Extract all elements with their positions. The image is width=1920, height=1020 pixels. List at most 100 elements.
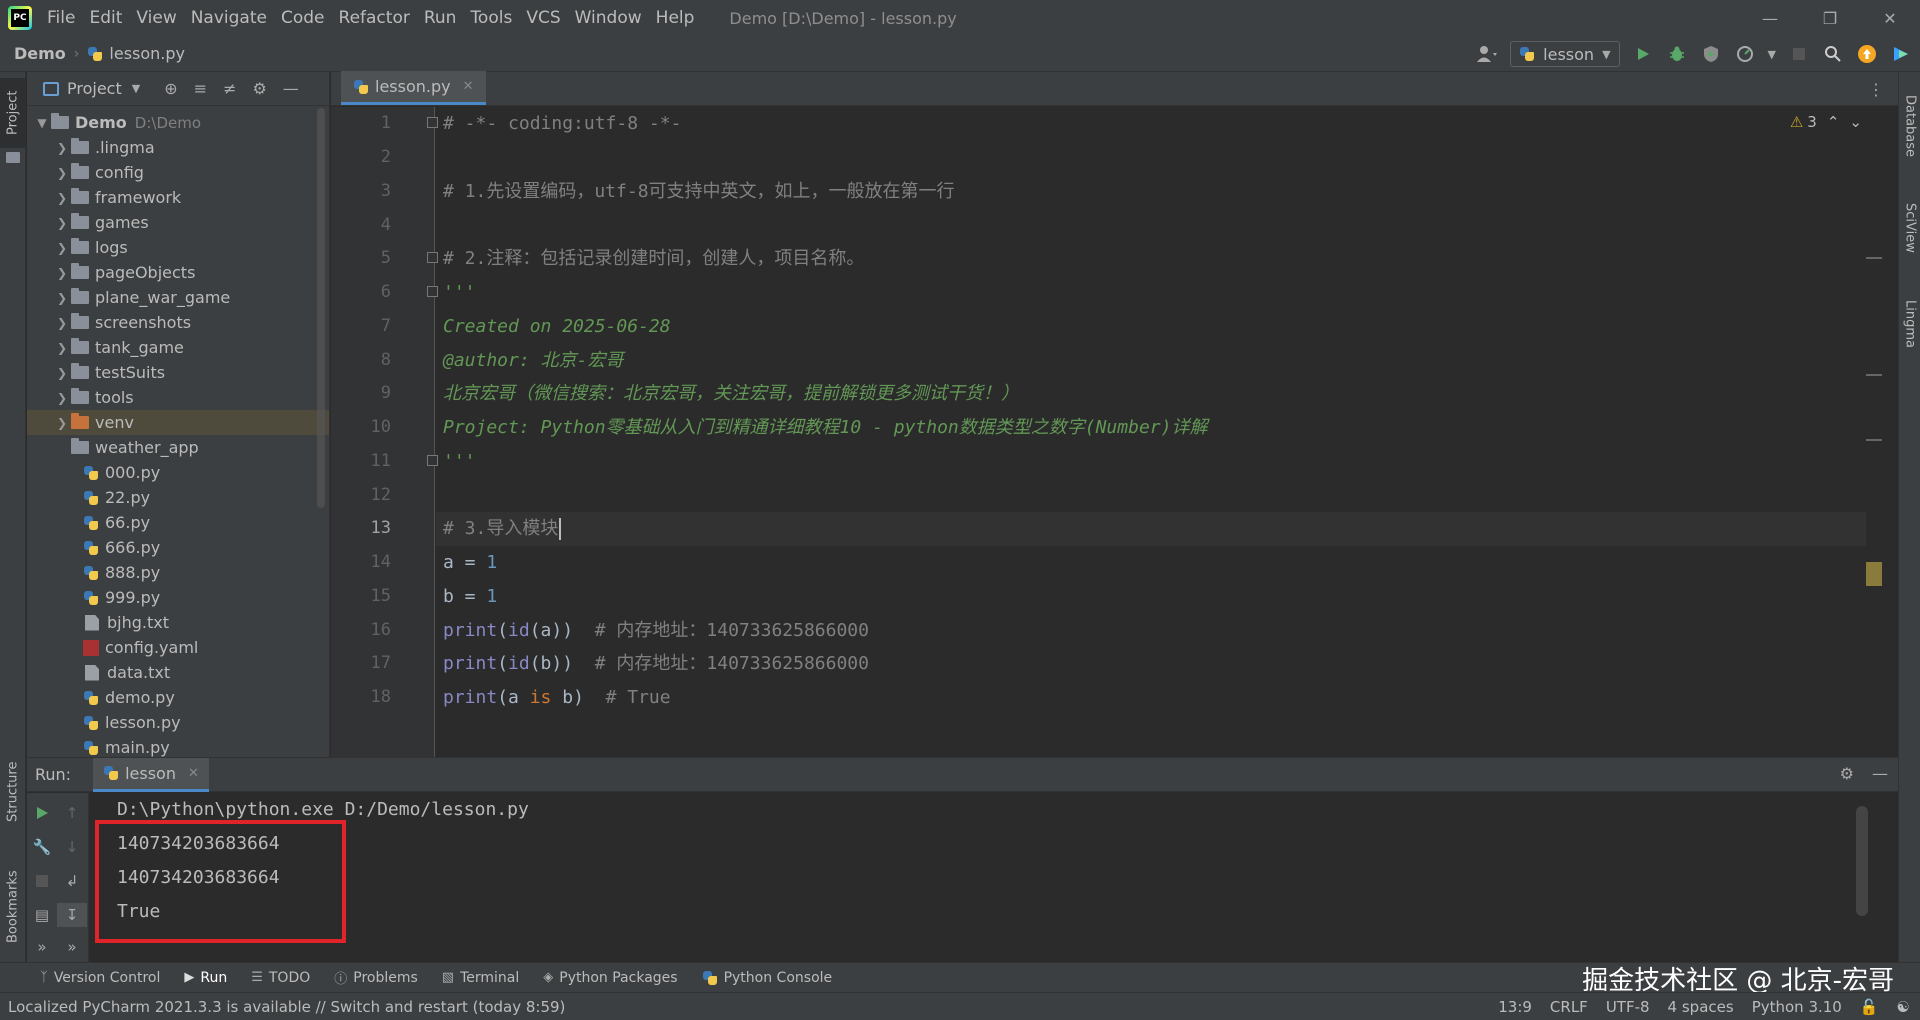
rerun-button[interactable] [27,801,57,825]
notifications-icon[interactable]: ☯ [1897,998,1910,1016]
tool-tab-database[interactable]: Database [1899,86,1920,166]
chevron-right-icon[interactable]: ❯ [53,141,71,155]
chevron-right-icon[interactable]: ❯ [53,291,71,305]
tree-file[interactable]: 888.py [27,560,329,585]
tree-folder[interactable]: ❯ games [27,210,329,235]
tree-folder[interactable]: ❯ pageObjects [27,260,329,285]
tab-options-icon[interactable]: ⋮ [1868,80,1884,99]
tree-folder[interactable]: ❯ framework [27,185,329,210]
menu-code[interactable]: Code [274,8,332,28]
modify-config-button[interactable]: 🔧 [27,835,57,859]
profile-button[interactable] [1734,43,1756,65]
gear-icon[interactable]: ⚙ [252,79,266,98]
search-everywhere-button[interactable] [1822,43,1844,65]
tree-file[interactable]: bjhg.txt [27,610,329,635]
chevron-right-icon[interactable]: ❯ [53,416,71,430]
fold-marker-icon[interactable] [427,117,438,128]
run-tab-lesson[interactable]: lesson ✕ [93,757,209,792]
gear-icon[interactable]: ⚙ [1840,764,1854,783]
tab-lesson-py[interactable]: lesson.py ✕ [341,71,486,105]
menu-file[interactable]: File [40,8,82,28]
scroll-down-button[interactable]: ↓ [57,835,87,859]
tree-folder[interactable]: ❯ .lingma [27,135,329,160]
tree-folder[interactable]: ❯ tools [27,385,329,410]
scroll-up-button[interactable]: ↑ [57,801,87,825]
chevron-right-icon[interactable]: ❯ [53,341,71,355]
run-configuration-select[interactable]: lesson ▼ [1510,41,1620,67]
tree-folder[interactable]: ❯ tank_game [27,335,329,360]
tool-tab-sciview[interactable]: SciView [1899,188,1920,268]
tool-todo[interactable]: ☰ TODO [251,970,310,986]
error-stripe-mark[interactable] [1866,257,1882,259]
chevron-down-icon[interactable]: ⌄ [1849,113,1862,131]
inspection-widget[interactable]: ⚠ 3 ⌃ ⌄ [1790,113,1862,131]
tool-python-packages[interactable]: ◈ Python Packages [543,970,677,986]
tree-folder[interactable]: ❯ screenshots [27,310,329,335]
menu-window[interactable]: Window [568,8,649,28]
scroll-to-end-button[interactable]: ↧ [57,903,87,927]
tool-tab-lingma[interactable]: Lingma [1899,284,1920,364]
more-run-options-icon[interactable]: ▼ [1768,48,1776,61]
console-scrollbar[interactable] [1856,806,1868,916]
tree-file[interactable]: config.yaml [27,635,329,660]
minimize-button[interactable]: — [1740,0,1800,36]
chevron-up-icon[interactable]: ⌃ [1827,113,1840,131]
menu-refactor[interactable]: Refactor [332,8,417,28]
run-button[interactable] [1632,43,1654,65]
close-tab-icon[interactable]: ✕ [463,79,474,94]
chevron-right-icon[interactable]: ❯ [53,366,71,380]
chevron-down-icon[interactable]: ▼ [132,82,140,95]
status-message[interactable]: Localized PyCharm 2021.3.3 is available … [8,998,565,1016]
breadcrumb-file[interactable]: lesson.py [109,44,185,63]
tree-file[interactable]: 666.py [27,535,329,560]
tool-version-control[interactable]: ᛉ Version Control [40,970,160,986]
code-editor[interactable]: 1 2 3 4 5 6 7 8 9 10 11 12 13 14 15 16 1… [331,107,1898,757]
debug-button[interactable] [1666,43,1688,65]
more-actions-button[interactable]: » [57,935,87,959]
collapse-all-icon[interactable]: ≠ [223,79,236,98]
chevron-right-icon[interactable]: ❯ [53,166,71,180]
tree-folder[interactable]: ❯ venv [27,410,329,435]
chevron-down-icon[interactable]: ▼ [33,116,51,130]
menu-vcs[interactable]: VCS [519,8,567,28]
tree-file[interactable]: demo.py [27,685,329,710]
menu-navigate[interactable]: Navigate [184,8,274,28]
tool-terminal[interactable]: ▧ Terminal [442,970,519,986]
tree-folder[interactable]: ❯ config [27,160,329,185]
run-console[interactable]: D:\Python\python.exe D:/Demo/lesson.py 1… [117,793,1877,963]
tool-tab-structure[interactable]: Structure [0,752,26,832]
stop-button[interactable] [27,869,57,893]
lock-icon[interactable]: 🔓 [1860,998,1879,1016]
layout-button[interactable]: ▤ [27,903,57,927]
fold-marker-icon[interactable] [427,455,438,466]
tree-file[interactable]: 999.py [27,585,329,610]
menu-view[interactable]: View [129,8,183,28]
menu-run[interactable]: Run [417,8,464,28]
stop-button[interactable] [1788,43,1810,65]
tree-file[interactable]: lesson.py [27,710,329,735]
tree-folder[interactable]: weather_app [27,435,329,460]
tool-problems[interactable]: ⓘ Problems [334,968,418,988]
close-window-button[interactable]: ✕ [1860,0,1920,36]
error-stripe-mark[interactable] [1866,374,1882,376]
python-interpreter[interactable]: Python 3.10 [1752,998,1842,1016]
coverage-button[interactable] [1700,43,1722,65]
more-actions-button[interactable]: » [27,935,57,959]
tool-tab-bookmarks[interactable]: Bookmarks [0,862,26,952]
breadcrumb-project[interactable]: Demo [14,44,66,63]
close-tab-icon[interactable]: ✕ [188,766,199,781]
menu-tools[interactable]: Tools [463,8,519,28]
chevron-right-icon[interactable]: ❯ [53,216,71,230]
chevron-right-icon[interactable]: ❯ [53,191,71,205]
project-view-title[interactable]: Project [67,79,122,98]
tree-file[interactable]: 000.py [27,460,329,485]
warning-stripe-mark[interactable] [1866,562,1882,586]
soft-wrap-button[interactable]: ↲ [57,869,87,893]
error-stripe-mark[interactable] [1866,439,1882,441]
chevron-right-icon[interactable]: ❯ [53,316,71,330]
tree-file[interactable]: data.txt [27,660,329,685]
lingma-button[interactable] [1890,43,1912,65]
chevron-right-icon[interactable]: ❯ [53,241,71,255]
tool-tab-project[interactable]: Project [0,78,26,148]
tree-file[interactable]: 22.py [27,485,329,510]
